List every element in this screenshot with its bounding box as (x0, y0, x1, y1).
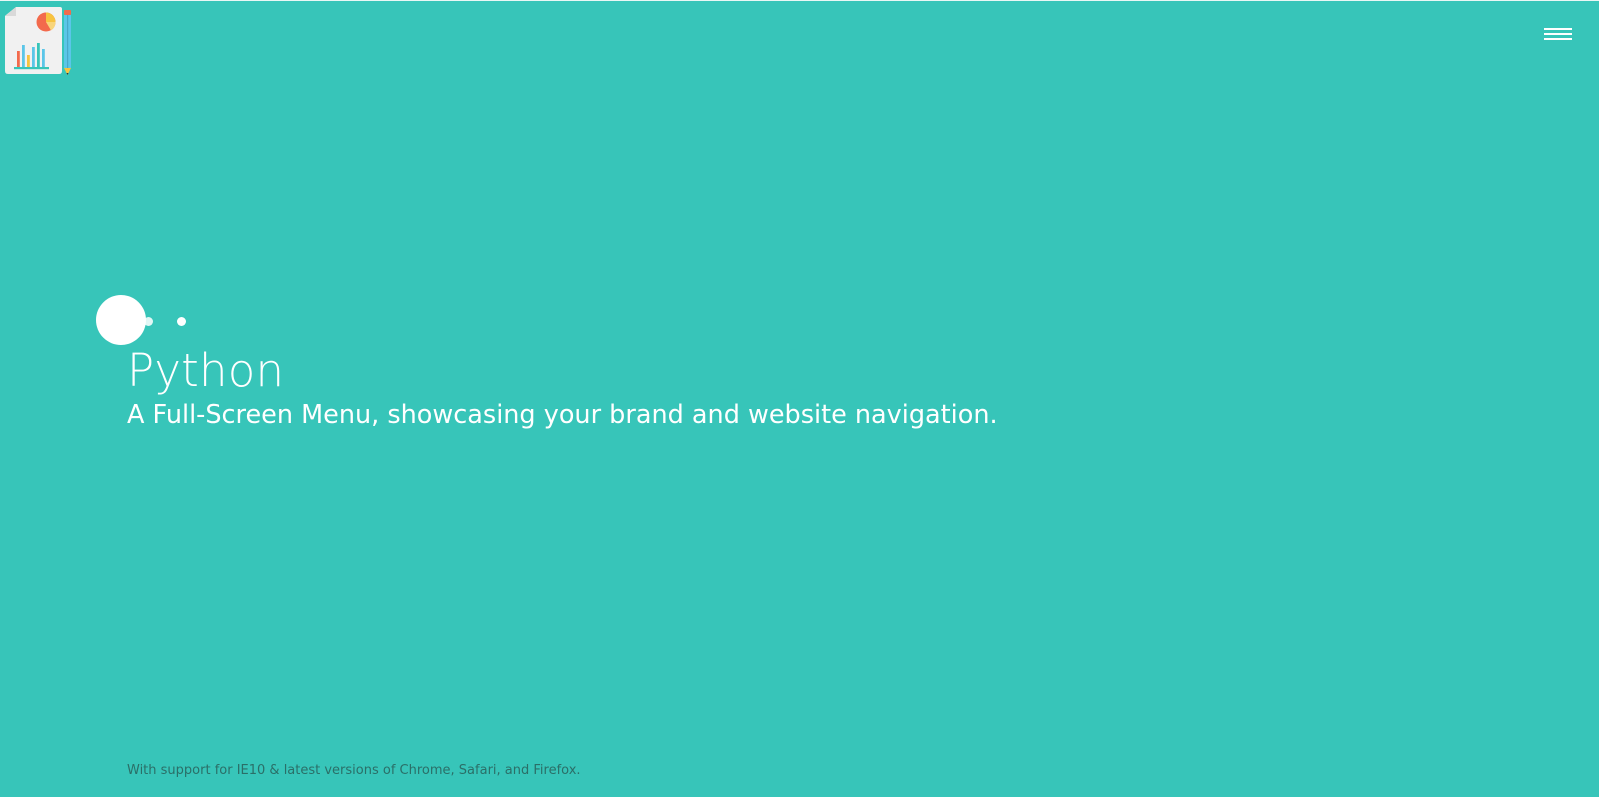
report-chart-pencil-icon (5, 7, 71, 75)
small-dot-decoration (177, 317, 186, 326)
logo-report-icon[interactable] (4, 7, 76, 77)
menu-line (1544, 28, 1572, 30)
hamburger-menu-button[interactable] (1544, 25, 1574, 43)
hero-title: Python (127, 344, 285, 397)
menu-line (1544, 38, 1572, 40)
small-dot-decoration (144, 317, 153, 326)
menu-line (1544, 33, 1572, 35)
hero-subtitle: A Full-Screen Menu, showcasing your bran… (127, 400, 998, 430)
browser-support-note: With support for IE10 & latest versions … (127, 763, 581, 778)
large-dot-decoration (96, 295, 146, 345)
